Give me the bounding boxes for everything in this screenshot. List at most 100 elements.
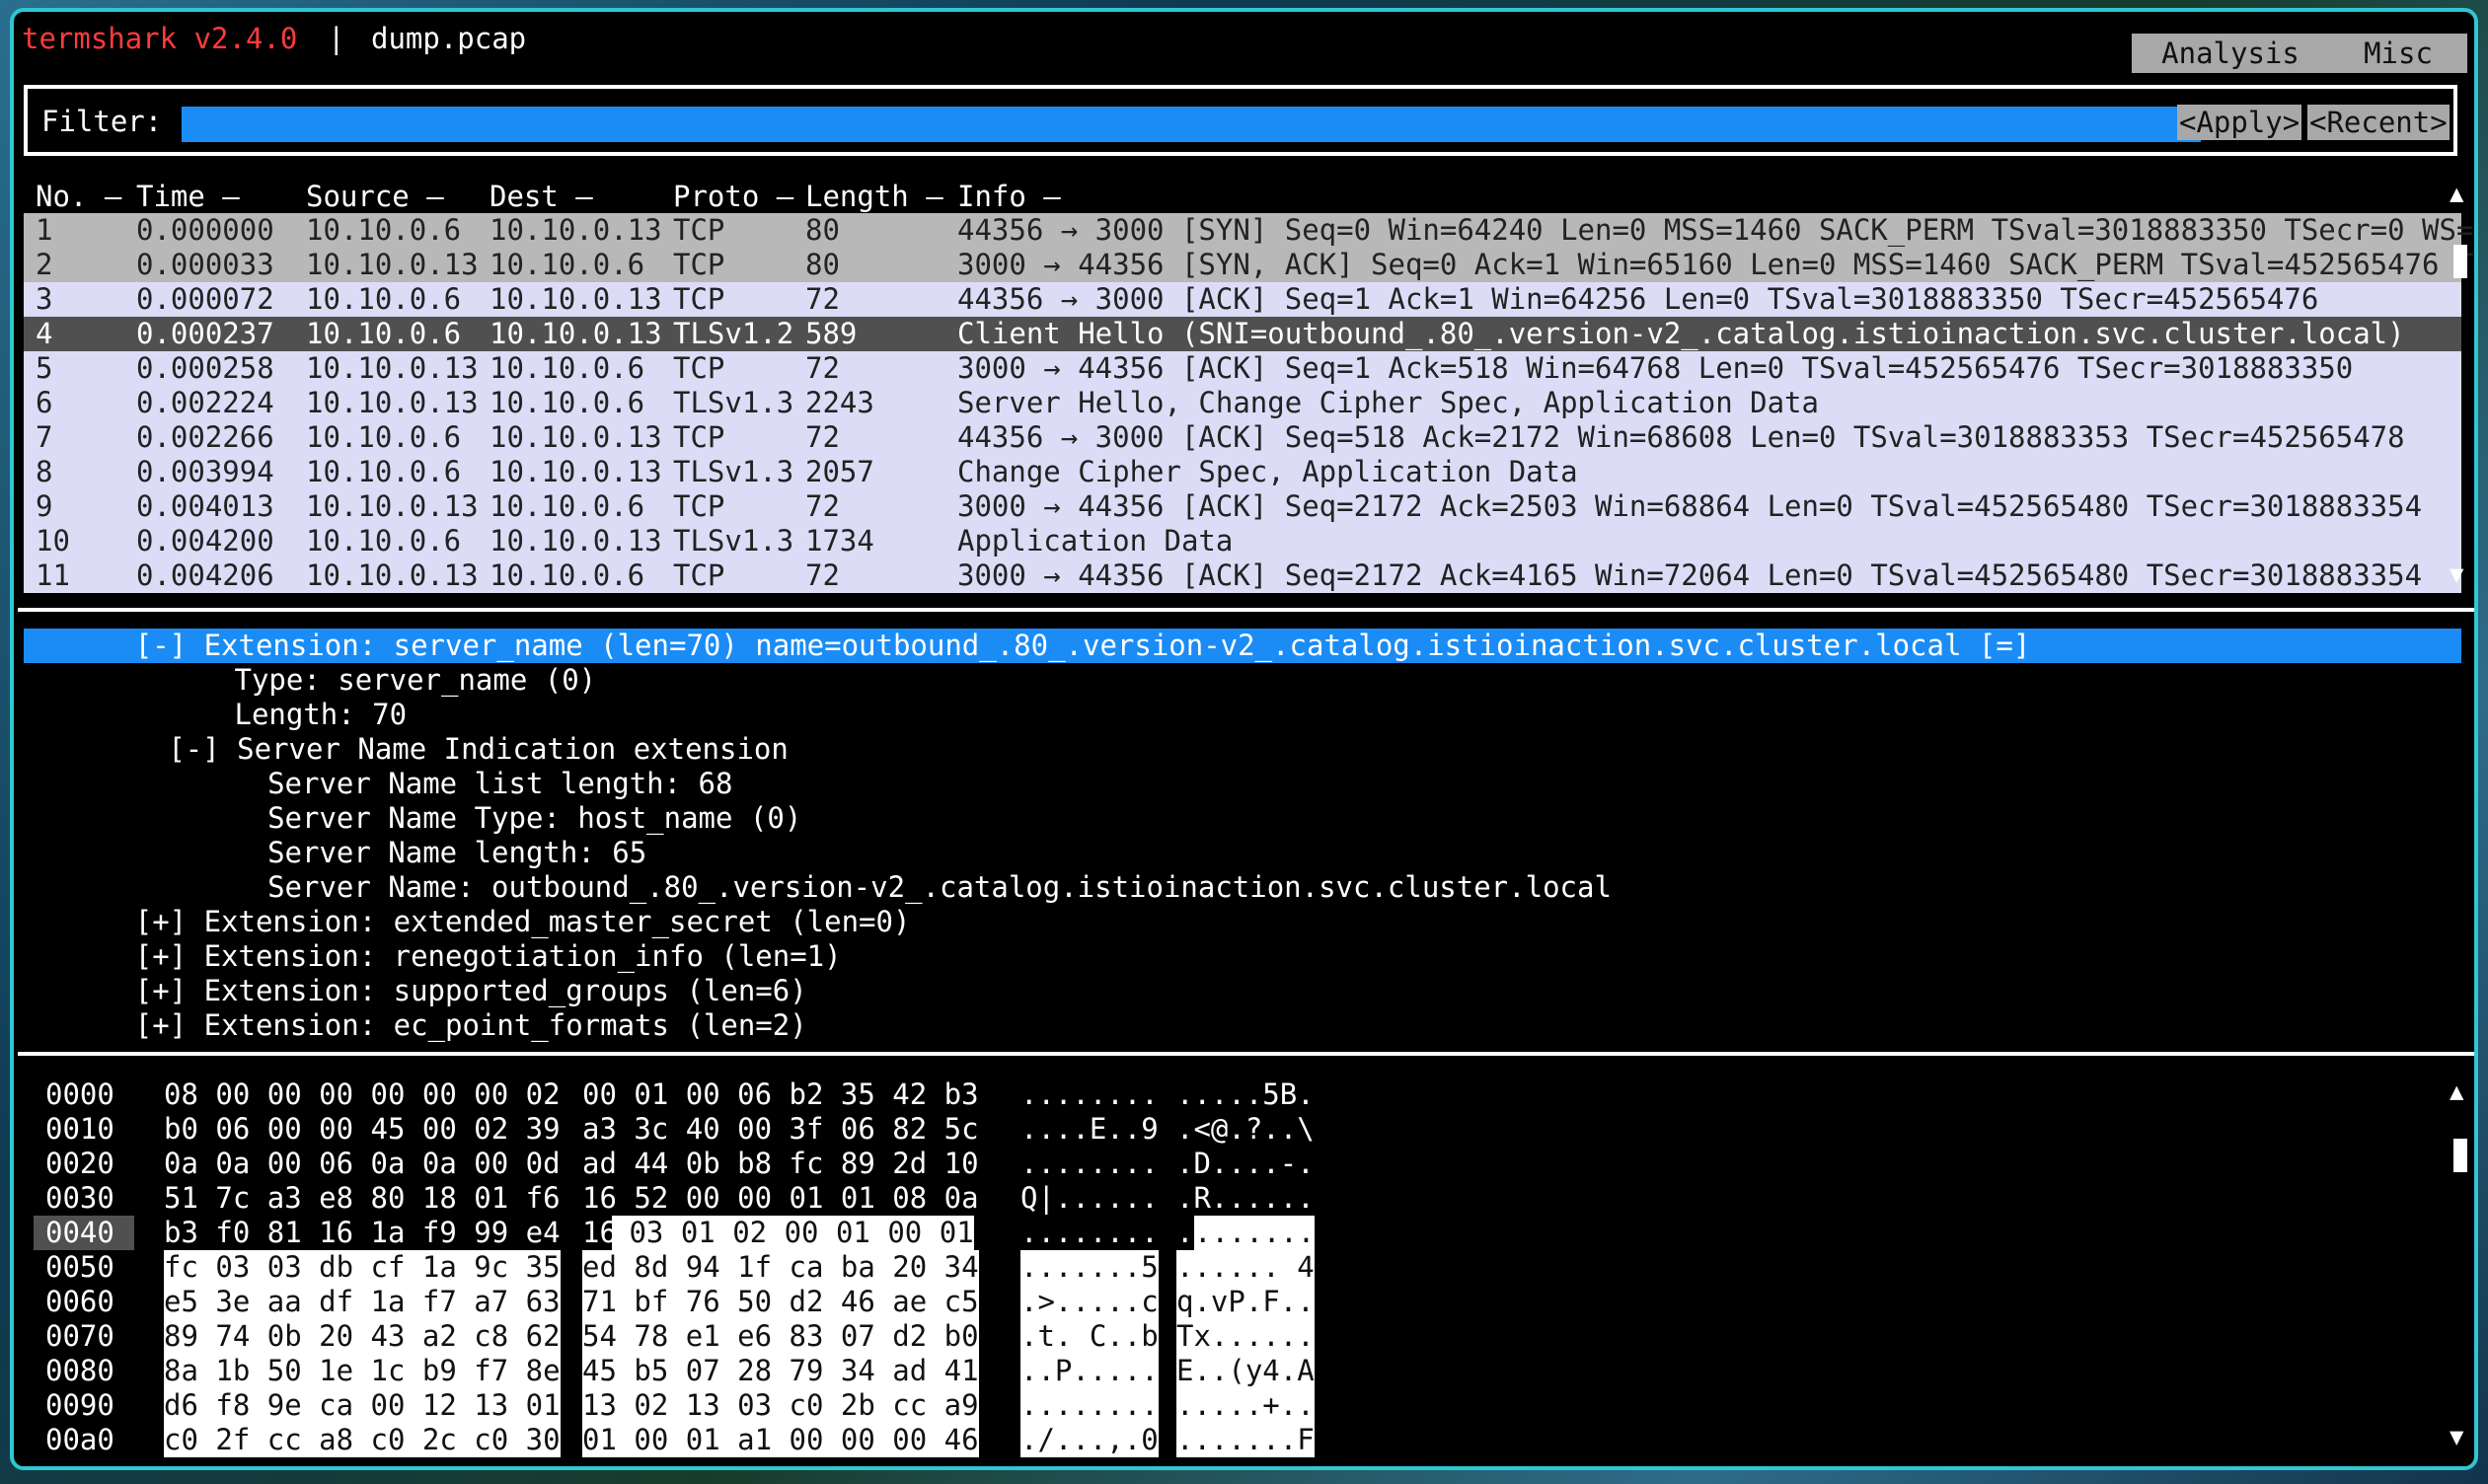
packet-row[interactable]: 4 0.000237 10.10.0.6 10.10.0.13 TLSv1.2 589 Cl… xyxy=(24,317,2461,351)
hex-row[interactable]: 00a0 c0 2f cc a8 c0 2c c0 30 01 00 01 a1 0… xyxy=(24,1423,1405,1457)
hex-row[interactable]: 0040 b3 f0 81 16 1a f9 99 e4 16 03 01 02 0… xyxy=(24,1216,1405,1250)
detail-row[interactable]: [+] Extension: supported_groups (len=6) xyxy=(24,974,2461,1008)
packet-row[interactable]: 11 0.004206 10.10.0.13 10.10.0.6 TCP 72 3000 →… xyxy=(24,558,2461,593)
packet-row[interactable]: 10 0.004200 10.10.0.6 10.10.0.13 TLSv1.3 1734… xyxy=(24,524,2461,558)
column-source[interactable]: Source – xyxy=(306,180,444,213)
packet-row[interactable]: 5 0.000258 10.10.0.13 10.10.0.6 TCP 72 3000 → … xyxy=(24,351,2461,386)
ascii-left: ....E..9 xyxy=(1020,1112,1159,1146)
detail-text: [-] Extension: server_name (len=70) name… xyxy=(134,629,2031,662)
column-no[interactable]: No. – xyxy=(36,180,121,213)
packet-row[interactable]: 8 0.003994 10.10.0.6 10.10.0.13 TLSv1.3 2057 C… xyxy=(24,455,2461,489)
packet-row[interactable]: 6 0.002224 10.10.0.13 10.10.0.6 TLSv1.3 2243 S… xyxy=(24,386,2461,420)
hex-row[interactable]: 0070 89 74 0b 20 43 a2 c8 62 54 78 e1 e6 8… xyxy=(24,1319,1405,1354)
detail-row[interactable]: Server Name length: 65 xyxy=(24,836,2461,870)
ascii-left: ........ xyxy=(1020,1077,1159,1111)
packet-row[interactable]: 3 0.000072 10.10.0.6 10.10.0.13 TCP 72 44356 →… xyxy=(24,282,2461,317)
packet-cell-len: 72 xyxy=(805,420,840,454)
title-separator: | xyxy=(328,22,345,55)
detail-row[interactable]: Server Name Type: host_name (0) xyxy=(24,801,2461,836)
filter-input[interactable] xyxy=(182,107,2201,142)
packet-cell-info: Change Cipher Spec, Application Data xyxy=(957,455,1578,488)
hex-row[interactable]: 0050 fc 03 03 db cf 1a 9c 35 ed 8d 94 1f c… xyxy=(24,1250,1405,1285)
packet-cell-src: 10.10.0.13 xyxy=(306,248,479,281)
hex-row[interactable]: 0030 51 7c a3 e8 80 18 01 f6 16 52 00 00 0… xyxy=(24,1181,1405,1216)
hex-bytes-left: fc 03 03 db cf 1a 9c 35 xyxy=(164,1250,561,1285)
packet-cell-info: 3000 → 44356 [SYN, ACK] Seq=0 Ack=1 Win=… xyxy=(957,248,2474,281)
packet-cell-len: 80 xyxy=(805,213,840,247)
hex-row[interactable]: 0090 d6 f8 9e ca 00 12 13 01 13 02 13 03 c… xyxy=(24,1388,1405,1423)
packet-cell-proto: TCP xyxy=(673,558,725,592)
hex-bytes-left: c0 2f cc a8 c0 2c c0 30 xyxy=(164,1423,561,1457)
packet-cell-proto: TLSv1.3 xyxy=(673,524,794,557)
hex-row[interactable]: 0010 b0 06 00 00 45 00 02 39 a3 3c 40 00 3… xyxy=(24,1112,1405,1147)
hex-scroll-up-icon[interactable]: ▲ xyxy=(2450,1077,2463,1105)
ascii-right: ...... 4 xyxy=(1176,1250,1315,1285)
hex-bytes-left: 0a 0a 00 06 0a 0a 00 0d xyxy=(164,1147,561,1180)
detail-row[interactable]: [+] Extension: extended_master_secret (l… xyxy=(24,905,2461,939)
packet-cell-proto: TCP xyxy=(673,489,725,523)
packet-row[interactable]: 9 0.004013 10.10.0.13 10.10.0.6 TCP 72 3000 → … xyxy=(24,489,2461,524)
packet-cell-proto: TCP xyxy=(673,282,725,316)
menu-misc[interactable]: Misc xyxy=(2329,34,2467,73)
packet-cell-dst: 10.10.0.6 xyxy=(490,489,645,523)
hex-row[interactable]: 0060 e5 3e aa df 1a f7 a7 63 71 bf 76 50 d… xyxy=(24,1285,1405,1319)
packet-cell-info: 3000 → 44356 [ACK] Seq=1 Ack=518 Win=647… xyxy=(957,351,2354,385)
packet-row[interactable]: 1 0.000000 10.10.0.6 10.10.0.13 TCP 80 44356 →… xyxy=(24,213,2473,248)
hex-offset: 0080 xyxy=(45,1354,114,1387)
packet-cell-dst: 10.10.0.13 xyxy=(490,213,662,247)
detail-row[interactable]: Type: server_name (0) xyxy=(24,663,2461,698)
recent-button[interactable]: <Recent> xyxy=(2307,105,2450,140)
packet-cell-proto: TLSv1.3 xyxy=(673,455,794,488)
packet-list-scroll-up-icon[interactable]: ▲ xyxy=(2450,180,2463,207)
hex-scrollbar-thumb[interactable] xyxy=(2453,1139,2467,1172)
packet-cell-src: 10.10.0.6 xyxy=(306,420,462,454)
packet-cell-dst: 10.10.0.6 xyxy=(490,248,645,281)
detail-text: Type: server_name (0) xyxy=(234,663,597,697)
detail-text: Server Name list length: 68 xyxy=(267,767,733,800)
detail-row[interactable]: Server Name list length: 68 xyxy=(24,767,2461,801)
ascii-right: .R...... xyxy=(1176,1181,1315,1215)
column-info[interactable]: Info – xyxy=(957,180,1061,213)
column-dest[interactable]: Dest – xyxy=(490,180,593,213)
packet-cell-no: 9 xyxy=(36,489,53,523)
detail-row-selected[interactable]: [-] Extension: server_name (len=70) name… xyxy=(24,629,2461,663)
detail-row[interactable]: [+] Extension: ec_point_formats (len=2) xyxy=(24,1008,2461,1043)
column-length[interactable]: Length – xyxy=(805,180,943,213)
apply-button[interactable]: <Apply> xyxy=(2177,105,2302,140)
detail-text: Server Name length: 65 xyxy=(267,836,647,869)
packet-cell-no: 5 xyxy=(36,351,53,385)
hex-bytes-right: 00 01 00 06 b2 35 42 b3 xyxy=(582,1077,979,1111)
hex-row[interactable]: 0080 8a 1b 50 1e 1c b9 f7 8e 45 b5 07 28 7… xyxy=(24,1354,1405,1388)
packet-cell-len: 589 xyxy=(805,317,858,350)
hex-bytes-right-selected: 03 01 02 00 01 00 01 xyxy=(612,1216,974,1250)
hex-row[interactable]: 0020 0a 0a 00 06 0a 0a 00 0d ad 44 0b b8 f… xyxy=(24,1147,1405,1181)
packet-cell-time: 0.002266 xyxy=(136,420,274,454)
hex-row[interactable]: 0000 08 00 00 00 00 00 00 02 00 01 00 06 b… xyxy=(24,1077,1405,1112)
packet-cell-no: 11 xyxy=(36,558,70,592)
hex-scroll-down-icon[interactable]: ▼ xyxy=(2450,1423,2463,1450)
packet-cell-info: 44356 → 3000 [ACK] Seq=1 Ack=1 Win=64256… xyxy=(957,282,2319,316)
detail-row[interactable]: Length: 70 xyxy=(24,698,2461,732)
detail-row[interactable]: Server Name: outbound_.80_.version-v2_.c… xyxy=(24,870,2461,905)
menu-analysis[interactable]: Analysis xyxy=(2132,34,2329,73)
packet-cell-len: 72 xyxy=(805,282,840,316)
detail-row[interactable]: [+] Extension: renegotiation_info (len=1… xyxy=(24,939,2461,974)
packet-list-scroll-down-icon[interactable]: ▼ xyxy=(2450,560,2463,588)
column-proto[interactable]: Proto – xyxy=(673,180,793,213)
packet-row[interactable]: 2 0.000033 10.10.0.13 10.10.0.6 TCP 80 3000 → … xyxy=(24,248,2473,282)
file-name: dump.pcap xyxy=(371,22,527,55)
detail-text: Server Name: outbound_.80_.version-v2_.c… xyxy=(267,870,1612,904)
detail-row[interactable]: [-] Server Name Indication extension xyxy=(24,732,2461,767)
packet-row[interactable]: 7 0.002266 10.10.0.6 10.10.0.13 TCP 72 44356 →… xyxy=(24,420,2461,455)
hex-bytes-right: ed 8d 94 1f ca ba 20 34 xyxy=(582,1250,979,1285)
packet-cell-no: 3 xyxy=(36,282,53,316)
detail-text: [+] Extension: ec_point_formats (len=2) xyxy=(134,1008,807,1042)
hex-bytes-right: 54 78 e1 e6 83 07 d2 b0 xyxy=(582,1319,979,1354)
ascii-left: .......5 xyxy=(1020,1250,1159,1285)
packet-list-scrollbar-thumb[interactable] xyxy=(2453,245,2467,278)
ascii-left: Q|...... xyxy=(1020,1181,1159,1215)
packet-cell-dst: 10.10.0.13 xyxy=(490,317,662,350)
hex-bytes-right: 01 00 01 a1 00 00 00 46 xyxy=(582,1423,979,1457)
column-time[interactable]: Time – xyxy=(136,180,240,213)
packet-cell-info: Server Hello, Change Cipher Spec, Applic… xyxy=(957,386,1819,419)
